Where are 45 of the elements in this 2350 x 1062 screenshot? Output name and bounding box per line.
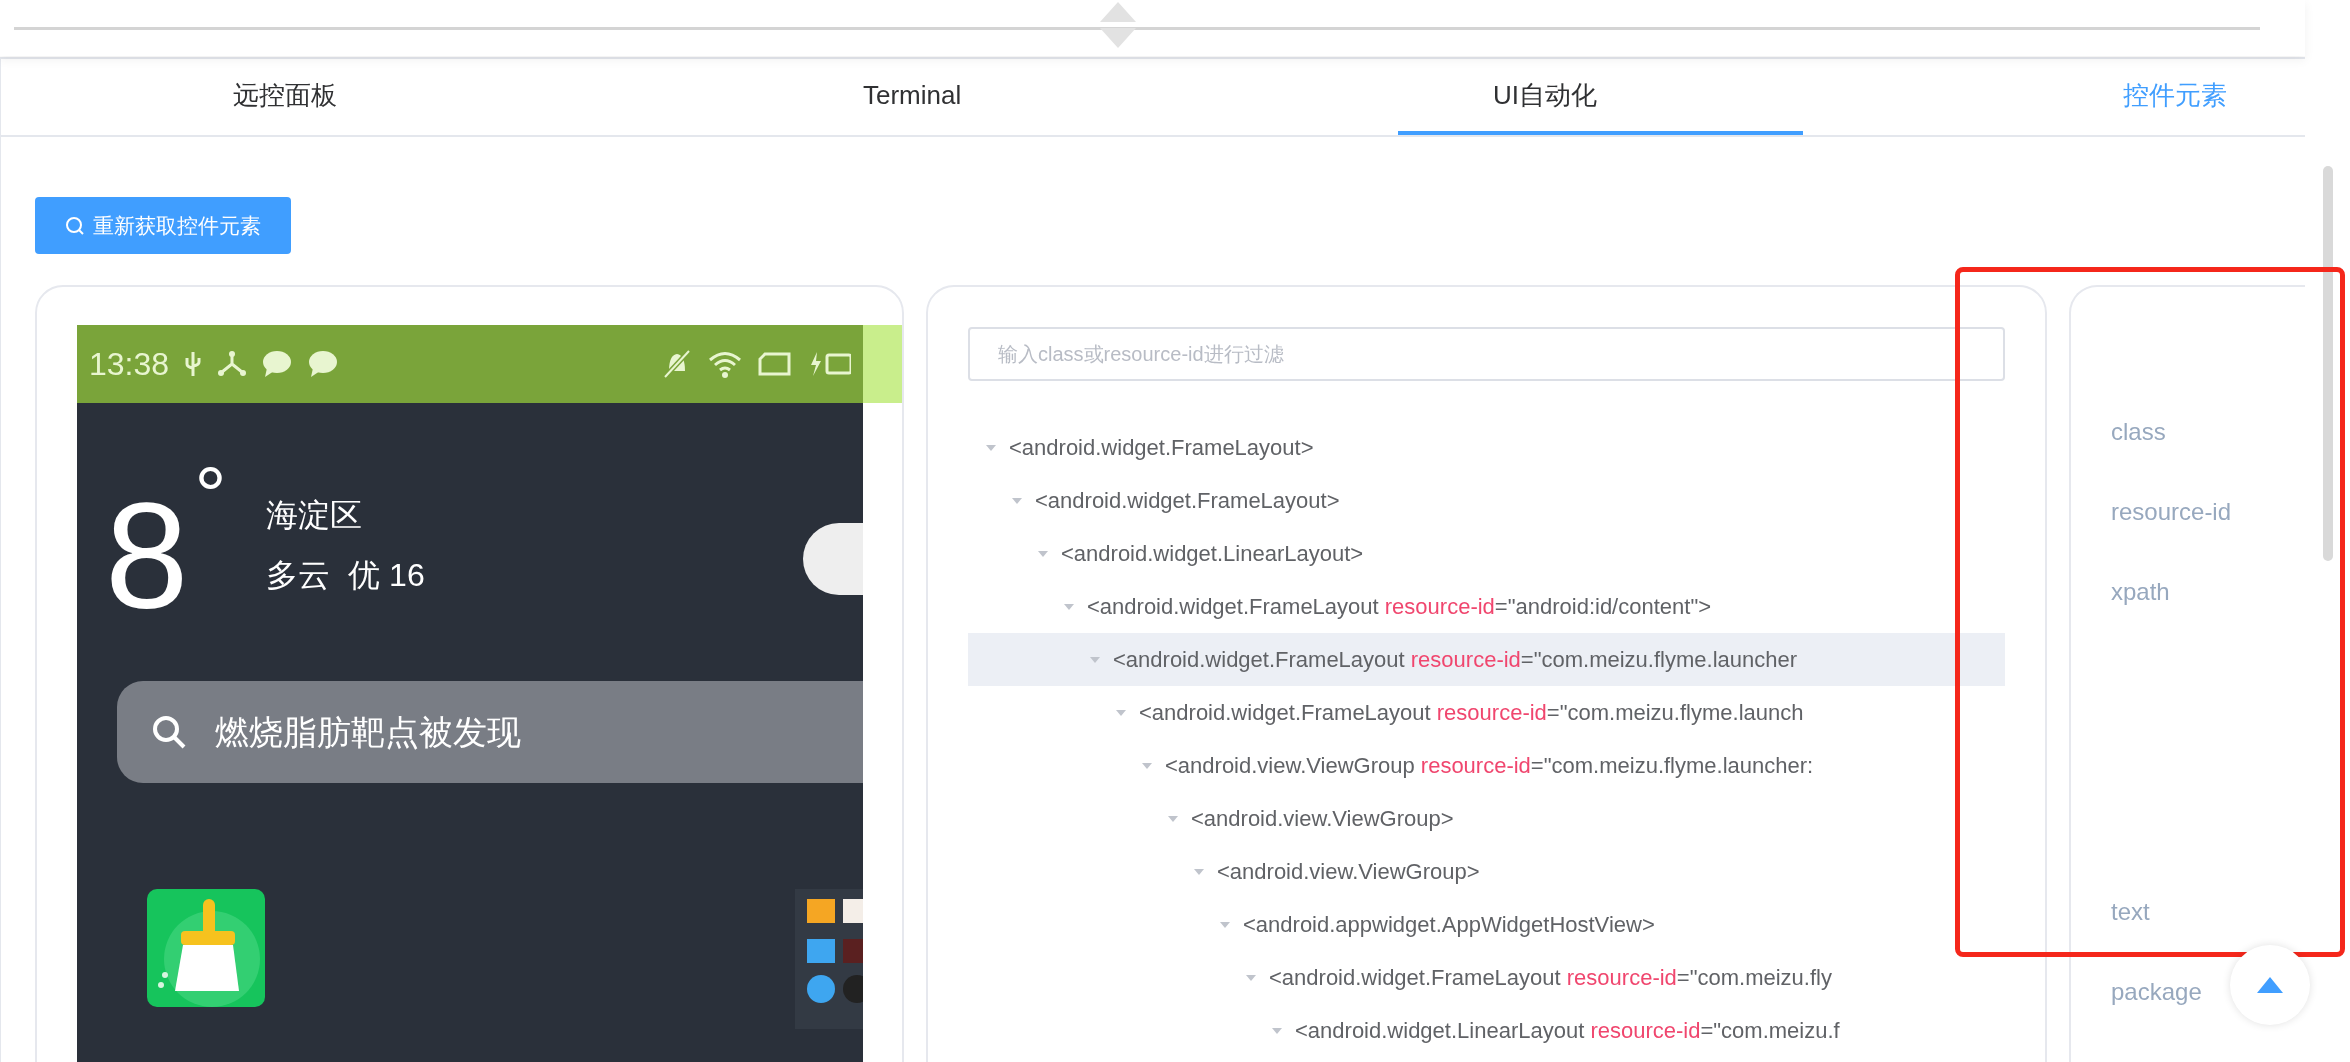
- tab[interactable]: Terminal: [768, 59, 1173, 135]
- node-label: <android.widget.FrameLayout resource-id="com.meizu.flyme.launcher: [1113, 646, 1798, 674]
- node-label: <android.widget.FrameLayout resource-id="android:id/content">: [1087, 593, 1712, 621]
- district-label: 海淀区: [266, 496, 364, 535]
- property-label: text: [2111, 897, 2150, 927]
- property-label: class: [2111, 417, 2166, 447]
- tab[interactable]: 远控面板: [138, 59, 543, 135]
- node-label: <android.widget.LinearLayout resource-id="com.meizu.f: [1295, 1017, 1840, 1045]
- node-label: <android.widget.FrameLayout>: [1009, 434, 1314, 462]
- widget-icons-drawing[interactable]: [795, 889, 863, 1029]
- search-bar[interactable]: 燃烧脂肪靶点被发现: [117, 681, 863, 783]
- node-label: <android.widget.FrameLayout resource-id="com.meizu.flyme.launch: [1139, 699, 1804, 727]
- tab[interactable]: UI自动化: [1398, 59, 1803, 135]
- usb-icon: [183, 350, 204, 378]
- tree-node[interactable]: <android.widget.FrameLayout resource-id="com.meizu.flyme.launcher: [968, 633, 2005, 686]
- node-label: <android.view.ViewGroup>: [1217, 858, 1480, 886]
- node-label: <android.view.ViewGroup>: [1191, 805, 1454, 833]
- search-icon: [65, 215, 85, 236]
- weather-label: 多云 优 16: [266, 556, 425, 595]
- filter-input[interactable]: 输入class或resource-id进行过滤: [968, 327, 2005, 381]
- device-screenshot[interactable]: 13:38 8° 海淀区 多云 优 16 燃烧脂肪靶点被发现: [77, 325, 863, 1062]
- status-time: 13:38: [89, 345, 170, 384]
- sim-card-icon: [757, 350, 793, 378]
- toggle-knob: [803, 523, 863, 595]
- search-text: 燃烧脂肪靶点被发现: [215, 711, 521, 753]
- wifi-icon: [707, 349, 743, 379]
- property-label: package: [2111, 977, 2202, 1007]
- share-icon: [217, 350, 248, 378]
- node-label: <android.appwidget.AppWidgetHostView>: [1243, 911, 1655, 939]
- resize-handle-icon[interactable]: [1098, 2, 1138, 48]
- property-label: resource-id: [2111, 497, 2232, 527]
- property-label: xpath: [2111, 577, 2170, 607]
- node-label: <android.widget.FrameLayout>: [1035, 487, 1340, 515]
- chat-bubble-icon: [261, 350, 294, 378]
- scrollbar-thumb[interactable]: [2322, 166, 2333, 561]
- degree-sign: °: [194, 461, 227, 531]
- node-label: <android.widget.LinearLayout>: [1061, 540, 1364, 568]
- search-icon: [151, 714, 187, 750]
- caret-up-icon: [2257, 977, 2283, 993]
- node-label: <android.view.ViewGroup resource-id="com.meizu.flyme.launcher:: [1165, 752, 1814, 780]
- broom-app-icon[interactable]: [147, 889, 265, 1007]
- node-label: <android.widget.FrameLayout resource-id="com.meizu.fly: [1269, 964, 1832, 992]
- chat-bubble-icon: [307, 350, 340, 378]
- muted-bell-icon: [661, 349, 693, 379]
- temperature-value: 8: [105, 481, 189, 631]
